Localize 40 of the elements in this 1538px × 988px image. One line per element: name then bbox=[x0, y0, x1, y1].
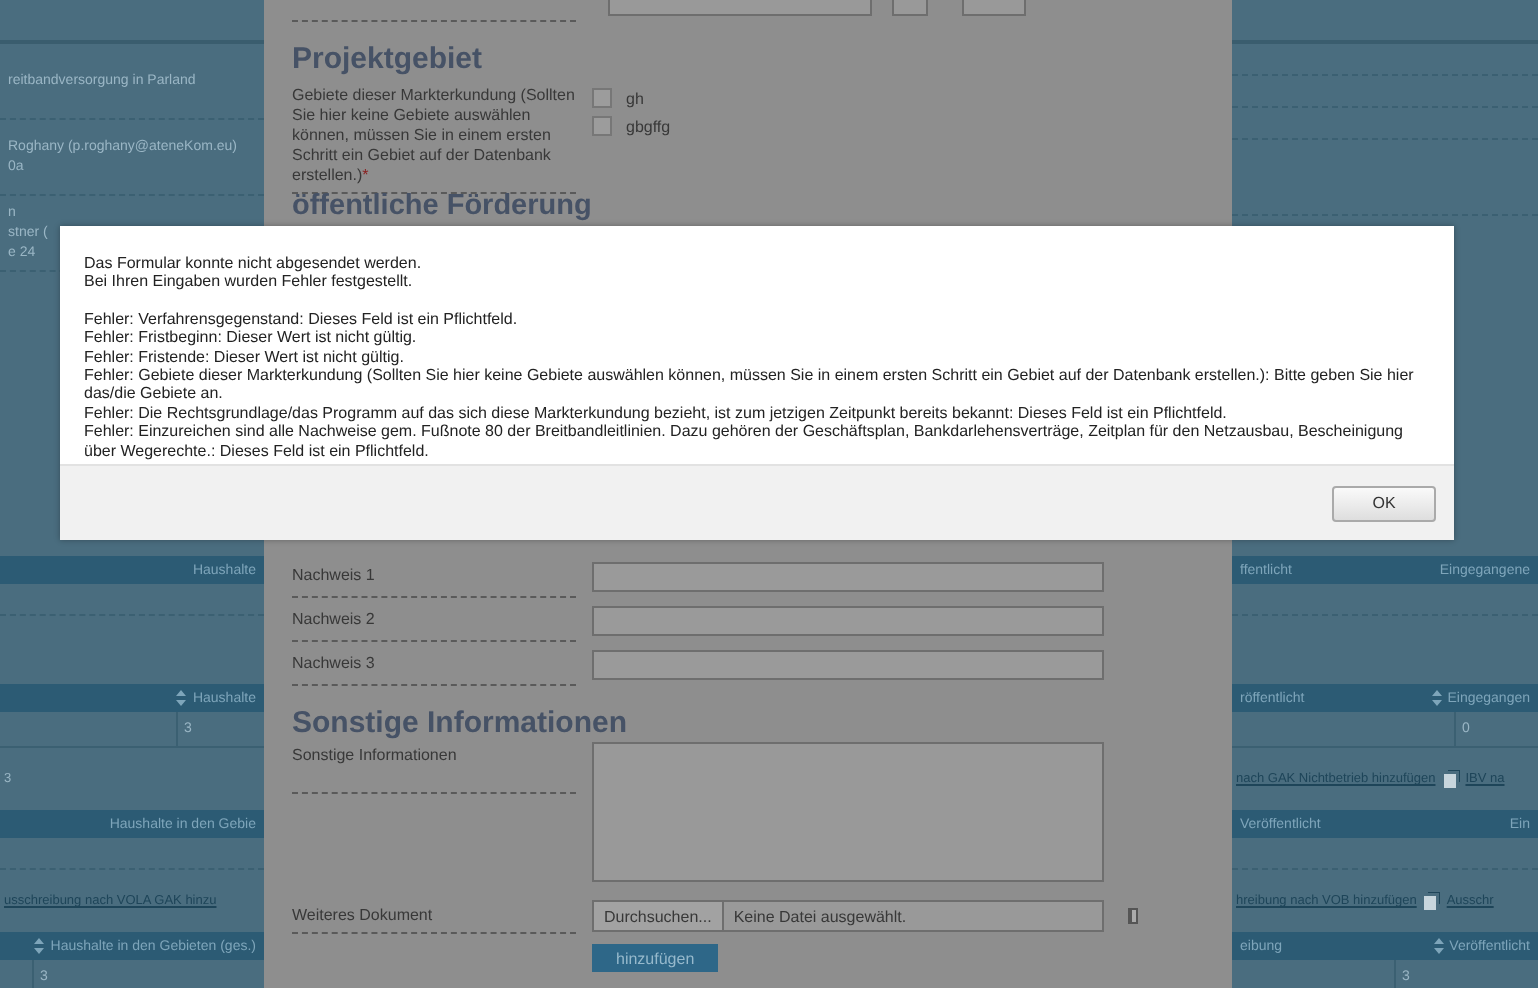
checkbox-label: gbgffg bbox=[626, 117, 671, 135]
error-message: Fehler: Gebiete dieser Markterkundung (Sollten Sie hier keine Gebiete auswählen können, müssen Sie in einem ersten Schritt ein Gebiet auf der Datenbank erstellen.): Bitte geben Sie hier das/die Gebiete an. bbox=[84, 366, 1416, 404]
ok-button[interactable]: OK bbox=[1332, 485, 1436, 521]
sort-icon[interactable] bbox=[1431, 690, 1442, 706]
add-document-icon[interactable] bbox=[1422, 892, 1441, 910]
sort-icon[interactable] bbox=[176, 690, 187, 706]
input-field[interactable] bbox=[608, 0, 872, 16]
section-heading: Sonstige Informationen bbox=[292, 706, 630, 742]
sort-icon[interactable] bbox=[1433, 938, 1444, 954]
error-message: Fehler: Die Rechtsgrundlage/das Programm auf das sich diese Markterkundung bezieht, ist zum jetzigen Zeitpunkt bereits bekannt: Dieses Feld ist ein Pflichtfeld. bbox=[84, 403, 1229, 423]
error-message: Fehler: Fristende: Dieser Wert ist nicht gültig. bbox=[84, 347, 406, 367]
message-text: Das Formular konnte nicht abgesendet werden. bbox=[84, 254, 424, 273]
remove-icon[interactable] bbox=[1128, 908, 1138, 924]
field-label: Weiteres Dokument bbox=[292, 899, 576, 933]
field-label: Nachweis 3 bbox=[292, 642, 576, 686]
checkbox[interactable] bbox=[592, 116, 612, 136]
input-field[interactable] bbox=[962, 0, 1026, 16]
browse-button[interactable]: Durchsuchen... bbox=[594, 902, 724, 930]
error-message: Fehler: Verfahrensgegenstand: Dieses Feld ist ein Pflichtfeld. bbox=[84, 309, 520, 329]
add-button[interactable]: hinzufügen bbox=[592, 944, 719, 972]
input-field[interactable] bbox=[592, 561, 1104, 591]
error-message: Fehler: Fristbeginn: Dieser Wert ist nicht gültig. bbox=[84, 328, 419, 348]
sort-icon[interactable] bbox=[34, 938, 45, 954]
file-status: Keine Datei ausgewählt. bbox=[733, 907, 907, 925]
text-area[interactable] bbox=[592, 742, 1104, 882]
input-field[interactable] bbox=[592, 649, 1104, 679]
error-message: Fehler: Einzureichen sind alle Nachweise gem. Fußnote 80 der Breitbandleitlinien. Dazu gehören der Geschäftsplan, Bankdarlehensverträge, Zeitplan für den Netzausbau, Bescheinigung über Wegerechte.: Dieses Feld ist ein Pflichtfeld. bbox=[84, 422, 1405, 461]
checkbox-label: gh bbox=[626, 89, 644, 107]
field-label: Sonstige Informationen bbox=[292, 742, 576, 794]
add-document-icon[interactable] bbox=[1441, 770, 1460, 788]
section-heading: Projektgebiet bbox=[292, 42, 485, 78]
input-field[interactable] bbox=[892, 0, 928, 16]
field-label: Nachweis 2 bbox=[292, 598, 576, 642]
field-label: Nachweis 1 bbox=[292, 554, 576, 598]
checkbox[interactable] bbox=[592, 88, 612, 108]
section-heading: öffentliche Förderung bbox=[292, 194, 594, 220]
field-label: Gebiete dieser Markterkundung (Sollten Sie hier keine Gebiete auswählen können, müssen Sie in einem ersten Schritt ein Gebiet auf der Datenbank erstellen.)* bbox=[292, 82, 576, 194]
file-input[interactable]: Durchsuchen... Keine Datei ausgewählt. bbox=[592, 900, 1104, 932]
message-text: Bei Ihren Eingaben wurden Fehler festgestellt. bbox=[84, 272, 415, 292]
input-field[interactable] bbox=[592, 605, 1104, 635]
